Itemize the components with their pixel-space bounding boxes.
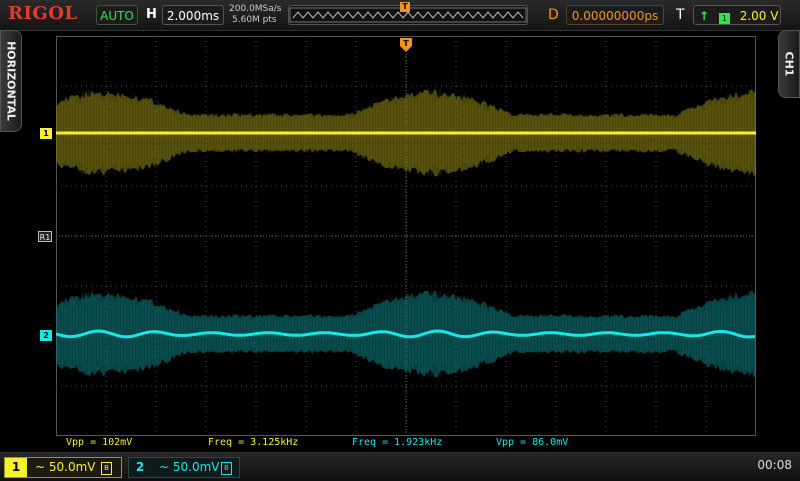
- trigger-label: T: [676, 7, 685, 23]
- waveform-display[interactable]: T: [55, 36, 756, 436]
- ch2-ground-marker[interactable]: 2: [40, 330, 52, 341]
- ch2-settings[interactable]: 2 ~ 50.0mV B: [128, 457, 240, 478]
- measurement-freq-ch2: Freq = 1.923kHz: [352, 437, 443, 448]
- ch1-scale-value: 50.0mV: [48, 460, 96, 474]
- channel-bar: 1 ~ 50.0mV B 2 ~ 50.0mV B: [0, 452, 800, 481]
- measurement-freq-ch1: Freq = 3.125kHz: [208, 437, 299, 448]
- sample-rate: 200.0MSa/s: [229, 4, 282, 14]
- ac-coupling-icon: ~: [159, 460, 170, 474]
- ch1-ground-marker[interactable]: 1: [40, 128, 52, 139]
- timebase-value[interactable]: 2.000ms: [162, 5, 224, 25]
- brand-logo: RIGOL: [8, 3, 78, 24]
- memory-depth: 5.60M pts: [232, 15, 277, 25]
- ch1-scale: ~ 50.0mV: [35, 458, 96, 477]
- ref-marker[interactable]: R1: [38, 231, 52, 242]
- waveform-canvas: T: [55, 36, 756, 436]
- trigger-top-marker-text: T: [403, 39, 409, 48]
- rising-edge-icon: ↑: [699, 9, 710, 23]
- ch1-tab-label: CH1: [782, 51, 796, 77]
- horizontal-menu-tab[interactable]: HORIZONTAL: [0, 30, 22, 132]
- delay-value[interactable]: 0.00000000ps: [566, 5, 664, 25]
- bandwidth-limit-icon: B: [221, 462, 232, 475]
- horizontal-label: H: [146, 7, 157, 22]
- ch1-marker-text: 1: [43, 129, 49, 138]
- ch1-settings[interactable]: 1 ~ 50.0mV B: [4, 457, 122, 478]
- measurement-vpp-ch2: Vpp = 86.0mV: [496, 437, 569, 448]
- ch2-marker-text: 2: [43, 331, 49, 340]
- measurement-vpp-ch1: Vpp = 102mV: [66, 437, 133, 448]
- delay-label: D: [548, 7, 559, 23]
- measurement-bar: Vpp = 102mV Freq = 3.125kHz Freq = 1.923…: [56, 436, 756, 450]
- trigger-top-marker: T: [400, 38, 412, 52]
- status-bar: RIGOL AUTO H 2.000ms 200.0MSa/s 5.60M pt…: [0, 0, 800, 31]
- trigger-source-icon: 1: [718, 13, 730, 24]
- horizontal-tab-label: HORIZONTAL: [4, 41, 18, 121]
- clock: 00:08: [757, 458, 792, 472]
- ref-marker-text: R1: [39, 233, 51, 242]
- trigger-level: 2.00 V: [739, 9, 779, 23]
- ch1-menu-tab[interactable]: CH1: [778, 30, 800, 98]
- ch2-scale: ~ 50.0mV: [159, 458, 220, 477]
- trigger-position-marker: T: [400, 2, 410, 12]
- ch2-number: 2: [135, 460, 145, 474]
- trigger-settings[interactable]: ↑ 1 2.00 V: [693, 5, 781, 25]
- run-status[interactable]: AUTO: [96, 5, 138, 25]
- ac-coupling-icon: ~: [35, 460, 46, 474]
- bandwidth-limit-icon: B: [101, 462, 112, 475]
- ch2-scale-value: 50.0mV: [172, 460, 220, 474]
- ch1-number: 1: [5, 458, 27, 477]
